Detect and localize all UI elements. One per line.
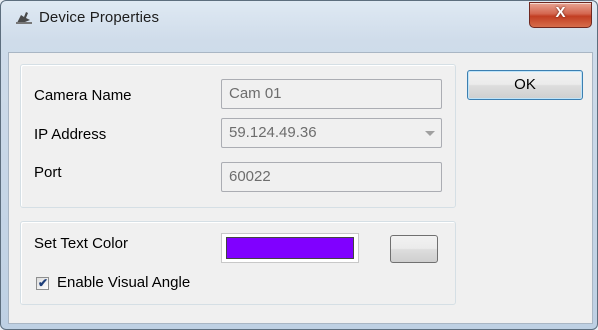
port-label: Port — [34, 164, 62, 181]
ip-address-combobox[interactable]: 59.124.49.36 — [221, 118, 442, 148]
close-button[interactable]: X — [529, 2, 592, 28]
ip-address-label: IP Address — [34, 126, 107, 143]
choose-color-button[interactable] — [390, 235, 438, 263]
close-icon: X — [555, 4, 566, 21]
window-title: Device Properties — [39, 9, 160, 26]
checkmark-icon: ✔ — [38, 276, 49, 290]
camera-name-field[interactable]: Cam 01 — [221, 79, 442, 109]
ip-address-value: 59.124.49.36 — [229, 124, 317, 141]
enable-visual-angle-label[interactable]: Enable Visual Angle — [57, 274, 190, 291]
enable-visual-angle-checkbox[interactable]: ✔ — [36, 276, 49, 290]
app-icon — [15, 9, 33, 25]
chevron-down-icon[interactable] — [425, 131, 435, 136]
set-text-color-label: Set Text Color — [34, 235, 128, 252]
camera-name-label: Camera Name — [34, 87, 132, 104]
port-field[interactable]: 60022 — [221, 162, 442, 192]
text-color-swatch — [226, 237, 354, 259]
ok-button[interactable]: OK — [467, 70, 583, 100]
text-color-preview — [221, 233, 359, 263]
title-bar[interactable]: Device Properties X — [1, 1, 597, 33]
